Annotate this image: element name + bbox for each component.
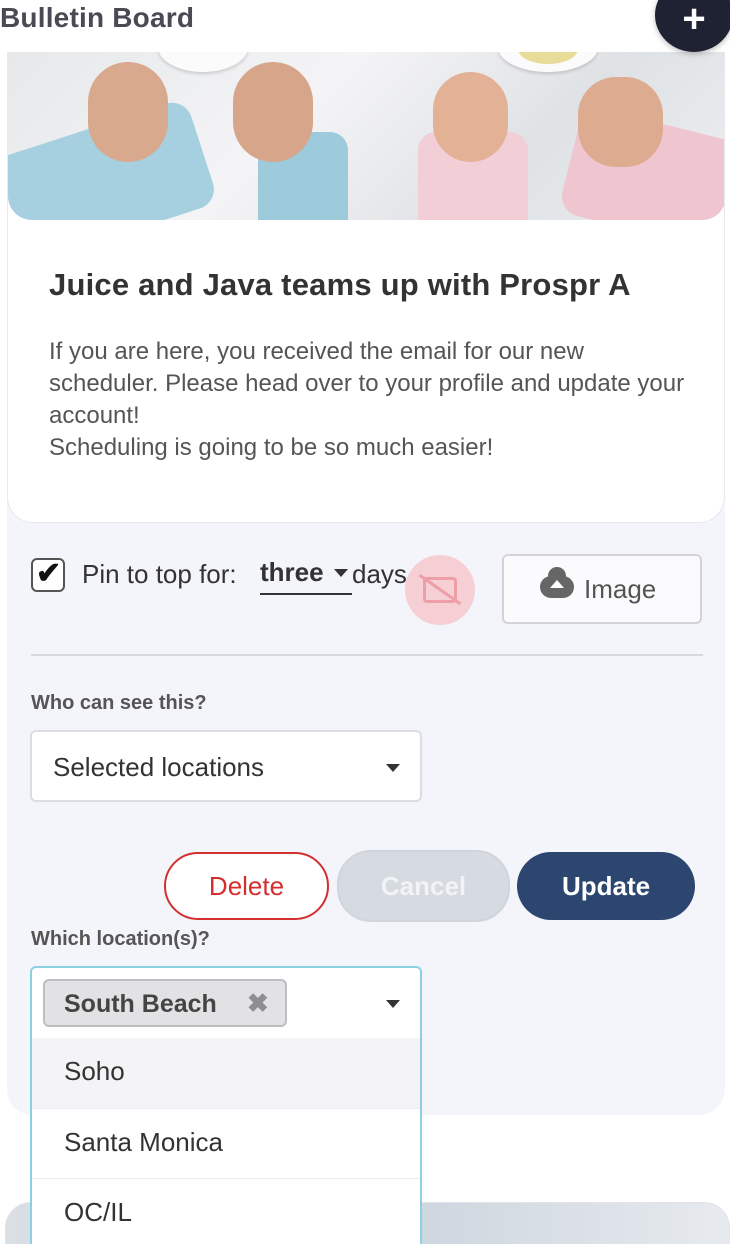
cancel-button[interactable]: Cancel [337,850,510,922]
pin-label: Pin to top for: [82,559,237,589]
locations-multiselect[interactable]: South Beach ✖ [30,966,422,1038]
visibility-value: Selected locations [53,752,265,782]
post-preview: Juice and Java teams up with Prospr A If… [7,52,725,523]
location-option-label: Soho [64,1056,125,1086]
upload-image-label: Image [584,574,657,604]
location-option-label: OC/IL [64,1197,132,1227]
location-option[interactable]: Soho [32,1038,420,1108]
remove-image-icon[interactable] [405,555,475,625]
pin-checkbox[interactable]: ✔ [31,557,65,592]
location-chip-label: South Beach [64,990,217,1018]
pin-duration-value: three [260,557,324,587]
plus-icon: + [682,0,706,41]
location-option[interactable]: OC/IL [32,1178,420,1244]
visibility-select[interactable]: Selected locations [30,730,422,802]
pin-options: ✔ Pin to top for: three days Image [31,554,702,625]
location-option-label: Santa Monica [64,1127,223,1157]
header: Bulletin Board [0,0,730,52]
post-title: Juice and Java teams up with Prospr A [49,267,631,302]
location-chip: South Beach ✖ [43,979,287,1027]
post-image [8,52,724,220]
page-title: Bulletin Board [0,2,195,33]
caret-down-icon[interactable] [386,1000,400,1008]
pin-duration-select[interactable]: three [260,557,352,595]
locations-dropdown: Soho Santa Monica OC/IL [30,1038,422,1244]
divider [31,654,703,656]
location-option[interactable]: Santa Monica [32,1108,420,1178]
update-button[interactable]: Update [517,852,695,920]
caret-down-icon [386,764,400,772]
visibility-label: Who can see this? [31,692,207,714]
post-body: If you are here, you received the email … [49,336,699,464]
remove-chip-icon[interactable]: ✖ [247,988,269,1019]
bulletin-board-page: Bulletin Board + Juice and Java teams up… [0,0,730,1244]
pin-days-label: days [352,559,407,589]
locations-label: Which location(s)? [31,928,210,950]
post-editor-card: Juice and Java teams up with Prospr A If… [7,52,725,1115]
post-body-paragraph: If you are here, you received the email … [49,338,685,429]
post-body-paragraph: Scheduling is going to be so much easier… [49,434,494,461]
upload-image-button[interactable]: Image [502,554,702,624]
delete-button[interactable]: Delete [164,852,329,920]
caret-down-icon [334,569,348,577]
checkmark-icon: ✔ [36,557,62,590]
